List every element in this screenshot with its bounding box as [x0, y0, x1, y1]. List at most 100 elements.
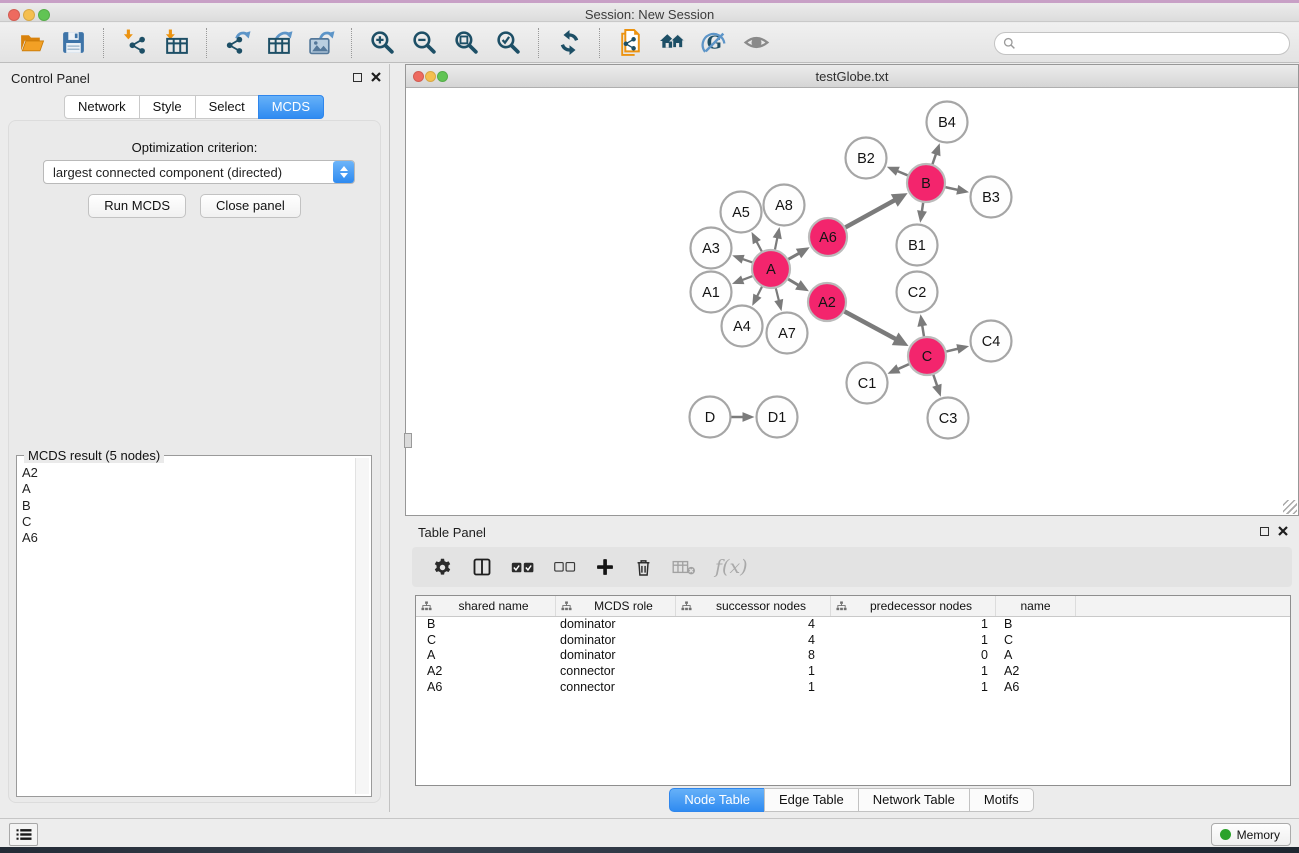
close-table-panel-icon[interactable]	[1278, 526, 1288, 536]
split-view-button[interactable]	[472, 557, 492, 577]
tab-motifs[interactable]: Motifs	[969, 788, 1034, 812]
edge-arrow	[732, 255, 744, 264]
edge-B-B2[interactable]	[896, 171, 909, 176]
export-table-button[interactable]	[261, 27, 297, 59]
tab-edge-table[interactable]: Edge Table	[764, 788, 859, 812]
delete-column-button[interactable]	[634, 557, 653, 578]
table-row[interactable]: Bdominator41B	[416, 617, 1290, 633]
node-label-A3: A3	[702, 241, 720, 257]
table-cell: 0	[831, 648, 996, 664]
control-panel: Control Panel NetworkStyleSelectMCDS Opt…	[0, 64, 390, 812]
tab-style[interactable]: Style	[139, 95, 196, 119]
float-panel-icon[interactable]	[353, 73, 362, 82]
tab-mcds[interactable]: MCDS	[258, 95, 324, 119]
table-cell: A6	[996, 680, 1076, 696]
column-header-shared-name[interactable]: shared name	[416, 596, 556, 616]
float-table-panel-icon[interactable]	[1260, 527, 1269, 536]
result-item[interactable]: C	[22, 514, 351, 530]
column-header-MCDS-role[interactable]: MCDS role	[556, 596, 676, 616]
window-edge-handle[interactable]	[404, 433, 412, 448]
edge-A-A8[interactable]	[775, 236, 778, 250]
edge-C-C1[interactable]	[897, 364, 910, 370]
open-session-button[interactable]	[13, 27, 49, 59]
node-label-A5: A5	[732, 205, 750, 221]
mcds-tab-content: Optimization criterion: largest connecte…	[8, 120, 381, 803]
table-cell: dominator	[556, 617, 676, 633]
result-scrollbar[interactable]	[355, 458, 369, 794]
edge-C-C4[interactable]	[946, 348, 960, 351]
node-label-A7: A7	[778, 326, 796, 342]
import-table-icon	[163, 29, 190, 56]
column-header-predecessor-nodes[interactable]: predecessor nodes	[831, 596, 996, 616]
edge-C-C3[interactable]	[933, 374, 938, 387]
table-row[interactable]: A6connector11A6	[416, 680, 1290, 696]
result-item[interactable]: A	[22, 481, 351, 497]
tab-select[interactable]: Select	[195, 95, 259, 119]
show-hide-details-button[interactable]	[738, 27, 774, 59]
close-panel-icon[interactable]	[371, 72, 381, 82]
zoom-selected-button[interactable]	[490, 27, 526, 59]
import-table-button[interactable]	[158, 27, 194, 59]
memory-button[interactable]: Memory	[1211, 823, 1291, 846]
delete-table-button	[672, 558, 696, 576]
table-row[interactable]: A2connector11A2	[416, 664, 1290, 680]
import-network-button[interactable]	[116, 27, 152, 59]
table-body: Bdominator41BCdominator41CAdominator80AA…	[416, 617, 1290, 695]
edge-B-B3[interactable]	[945, 187, 960, 190]
run-mcds-button[interactable]: Run MCDS	[88, 194, 186, 218]
search-input[interactable]	[1016, 37, 1289, 51]
table-row[interactable]: Cdominator41C	[416, 633, 1290, 649]
column-header-successor-nodes[interactable]: successor nodes	[676, 596, 831, 616]
edge-A-A2[interactable]	[787, 279, 799, 286]
new-network-from-selection-button[interactable]	[612, 27, 648, 59]
export-network-button[interactable]	[219, 27, 255, 59]
select-all-button[interactable]	[511, 560, 535, 575]
criterion-select[interactable]: largest connected component (directed)	[43, 160, 355, 184]
zoom-fit-button[interactable]	[448, 27, 484, 59]
search-box[interactable]	[994, 32, 1290, 55]
table-row[interactable]: Adominator80A	[416, 648, 1290, 664]
table-panel-tabs: Node TableEdge TableNetwork TableMotifs	[405, 788, 1299, 812]
network-window-titlebar[interactable]: testGlobe.txt	[406, 65, 1298, 88]
result-item[interactable]: A2	[22, 465, 351, 481]
edge-A6-B[interactable]	[845, 200, 896, 228]
edge-arrow	[773, 227, 782, 239]
edge-A-A6[interactable]	[788, 253, 801, 260]
add-column-button[interactable]	[595, 557, 615, 577]
tab-network-table[interactable]: Network Table	[858, 788, 970, 812]
network-view-window: testGlobe.txt B4B2BB3B1A6A5A8A3AA1A4A7A2…	[405, 64, 1299, 516]
result-item[interactable]: B	[22, 498, 351, 514]
main-toolbar: G	[0, 23, 1299, 63]
export-image-button[interactable]	[303, 27, 339, 59]
tab-node-table[interactable]: Node Table	[669, 788, 765, 812]
table-panel: Table Panel f(x) shared nameMCDS rolesuc…	[405, 520, 1299, 816]
table-cell: B	[996, 617, 1076, 633]
settings-button[interactable]	[432, 557, 453, 578]
node-table: shared nameMCDS rolesuccessor nodesprede…	[415, 595, 1291, 786]
column-header-name[interactable]: name	[996, 596, 1076, 616]
task-history-button[interactable]	[9, 823, 38, 846]
edge-A2-C[interactable]	[844, 311, 897, 340]
tab-network[interactable]: Network	[64, 95, 140, 119]
result-item[interactable]: A6	[22, 530, 351, 546]
edge-A-A7[interactable]	[776, 287, 780, 302]
network-graph[interactable]: B4B2BB3B1A6A5A8A3AA1A4A7A2C2C4CC1C3DD1	[406, 88, 1298, 515]
edge-A-A1[interactable]	[741, 276, 753, 281]
export-network-icon	[224, 29, 251, 56]
refresh-button[interactable]	[551, 27, 587, 59]
network-canvas[interactable]: B4B2BB3B1A6A5A8A3AA1A4A7A2C2C4CC1C3DD1	[406, 88, 1298, 515]
resize-grip[interactable]	[1283, 500, 1297, 514]
node-label-D: D	[705, 410, 715, 426]
cybrowser-home-button[interactable]	[654, 27, 690, 59]
hide-graphics-details-button[interactable]: G	[696, 27, 732, 59]
zoom-out-button[interactable]	[406, 27, 442, 59]
zoom-in-button[interactable]	[364, 27, 400, 59]
close-panel-button[interactable]: Close panel	[200, 194, 301, 218]
search-icon	[1003, 37, 1016, 50]
select-all-icon	[511, 560, 535, 575]
deselect-all-button[interactable]	[554, 560, 576, 574]
table-cell: B	[416, 617, 556, 633]
save-session-button[interactable]	[55, 27, 91, 59]
delete-table-icon	[672, 558, 696, 576]
edge-arrow	[887, 167, 900, 176]
